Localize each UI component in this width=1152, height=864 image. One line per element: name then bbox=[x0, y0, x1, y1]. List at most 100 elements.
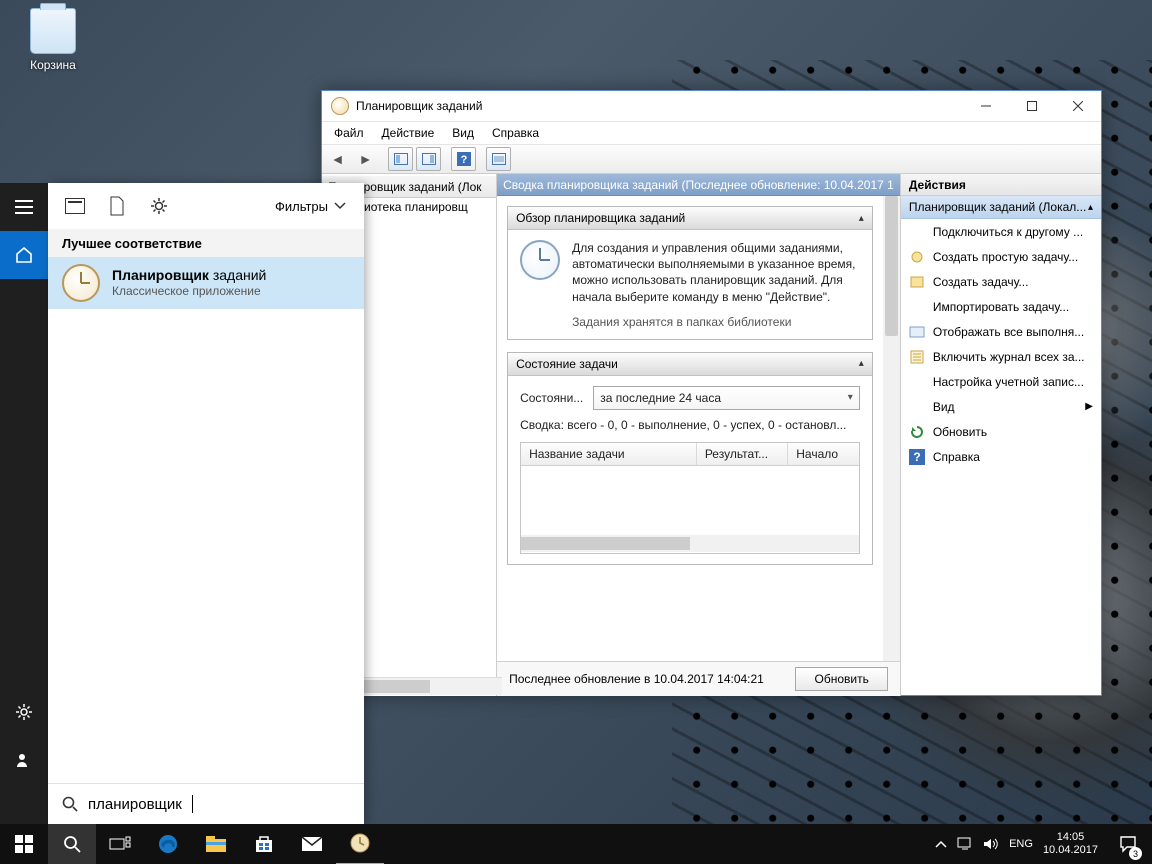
menu-help[interactable]: Справка bbox=[486, 124, 545, 142]
desktop: Корзина Планировщик заданий Файл Действи… bbox=[0, 0, 1152, 864]
status-label: Состояни... bbox=[520, 391, 583, 405]
taskbar: ENG 14:0510.04.2017 3 bbox=[0, 824, 1152, 864]
tray-clock[interactable]: 14:0510.04.2017 bbox=[1043, 831, 1098, 856]
properties-button[interactable] bbox=[486, 147, 511, 171]
taskbar-mail[interactable] bbox=[288, 824, 336, 864]
back-button[interactable]: ◄ bbox=[325, 147, 350, 171]
action-connect[interactable]: Подключиться к другому ... bbox=[901, 219, 1101, 244]
result-title: Планировщик заданий bbox=[112, 267, 266, 285]
action-help[interactable]: ? Справка bbox=[901, 444, 1101, 469]
view-icon bbox=[909, 399, 925, 415]
status-select[interactable]: за последние 24 часа▾ bbox=[593, 386, 860, 410]
chevron-down-icon bbox=[334, 202, 346, 210]
filters-button[interactable]: Фильтры bbox=[275, 199, 354, 214]
action-show-running[interactable]: Отображать все выполня... bbox=[901, 319, 1101, 344]
center-pane: Сводка планировщика заданий (Последнее о… bbox=[497, 174, 900, 696]
tray-volume-icon[interactable] bbox=[983, 837, 999, 851]
help-button[interactable]: ? bbox=[451, 147, 476, 171]
overview-text2: Задания хранятся в папках библиотеки bbox=[572, 315, 860, 329]
scheduler-icon bbox=[62, 264, 100, 302]
taskbar-scheduler[interactable] bbox=[336, 823, 384, 864]
start-button[interactable] bbox=[0, 824, 48, 864]
search-result[interactable]: Планировщик заданий Классическое приложе… bbox=[48, 257, 364, 309]
toolbar: ◄ ► ? bbox=[322, 144, 1101, 174]
titlebar[interactable]: Планировщик заданий bbox=[322, 91, 1101, 122]
actions-pane: Действия Планировщик заданий (Локал...▴ … bbox=[900, 174, 1101, 696]
task-scheduler-window: Планировщик заданий Файл Действие Вид Сп… bbox=[321, 90, 1102, 696]
vscrollbar[interactable] bbox=[883, 196, 900, 661]
action-import[interactable]: Импортировать задачу... bbox=[901, 294, 1101, 319]
refresh-button[interactable]: Обновить bbox=[795, 667, 887, 691]
rail-settings[interactable] bbox=[0, 688, 48, 736]
center-footer: Последнее обновление в 10.04.2017 14:04:… bbox=[497, 661, 900, 696]
menu-file[interactable]: Файл bbox=[328, 124, 370, 142]
result-subtitle: Классическое приложение bbox=[112, 284, 266, 299]
search-icon bbox=[62, 796, 78, 812]
status-summary: Сводка: всего - 0, 0 - выполнение, 0 - у… bbox=[520, 418, 860, 432]
menubar: Файл Действие Вид Справка bbox=[322, 122, 1101, 144]
overview-text: Для создания и управления общими задания… bbox=[572, 240, 860, 305]
taskbar-store[interactable] bbox=[240, 824, 288, 864]
account-icon bbox=[909, 374, 925, 390]
tray-language[interactable]: ENG bbox=[1009, 838, 1033, 850]
task-table: Название задачи Результат... Начало bbox=[520, 442, 860, 554]
task-icon bbox=[909, 274, 925, 290]
menu-view[interactable]: Вид bbox=[446, 124, 480, 142]
start-rail bbox=[0, 183, 48, 824]
action-account-config[interactable]: Настройка учетной запис... bbox=[901, 369, 1101, 394]
footer-label: Последнее обновление в 10.04.2017 14:04:… bbox=[509, 672, 785, 686]
action-create-task[interactable]: Создать задачу... bbox=[901, 269, 1101, 294]
tray-chevron-up-icon[interactable] bbox=[935, 840, 947, 848]
rail-menu[interactable] bbox=[0, 183, 48, 231]
clock-icon bbox=[520, 240, 560, 280]
start-search-panel: Фильтры Лучшее соответствие Планировщик … bbox=[48, 183, 364, 824]
status-header[interactable]: Состояние задачи▴ bbox=[508, 353, 872, 376]
col-start[interactable]: Начало bbox=[788, 443, 859, 465]
taskbar-edge[interactable] bbox=[144, 824, 192, 864]
minimize-button[interactable] bbox=[963, 91, 1009, 121]
rail-user[interactable] bbox=[0, 736, 48, 784]
connect-icon bbox=[909, 224, 925, 240]
best-match-header: Лучшее соответствие bbox=[48, 229, 364, 257]
notification-badge: 3 bbox=[1129, 847, 1142, 860]
task-view[interactable] bbox=[96, 824, 144, 864]
forward-button[interactable]: ► bbox=[353, 147, 378, 171]
overview-group: Обзор планировщика заданий▴ Для создания… bbox=[507, 206, 873, 340]
recycle-bin-icon bbox=[30, 8, 76, 54]
col-result[interactable]: Результат... bbox=[697, 443, 788, 465]
system-tray: ENG 14:0510.04.2017 3 bbox=[935, 824, 1152, 864]
refresh-icon bbox=[909, 424, 925, 440]
action-refresh[interactable]: Обновить bbox=[901, 419, 1101, 444]
apps-tab-icon[interactable] bbox=[58, 189, 92, 223]
overview-header[interactable]: Обзор планировщика заданий▴ bbox=[508, 207, 872, 230]
close-button[interactable] bbox=[1055, 91, 1101, 121]
svg-text:?: ? bbox=[913, 450, 920, 464]
running-icon bbox=[909, 324, 925, 340]
col-name[interactable]: Название задачи bbox=[521, 443, 697, 465]
action-view[interactable]: Вид ▶ bbox=[901, 394, 1101, 419]
actions-header: Действия bbox=[901, 174, 1101, 196]
menu-action[interactable]: Действие bbox=[376, 124, 441, 142]
history-icon bbox=[909, 349, 925, 365]
settings-tab-icon[interactable] bbox=[142, 189, 176, 223]
app-icon bbox=[331, 97, 349, 115]
search-input[interactable]: планировщик bbox=[48, 783, 364, 824]
center-header: Сводка планировщика заданий (Последнее о… bbox=[497, 174, 900, 196]
search-query: планировщик bbox=[88, 796, 182, 813]
actions-context[interactable]: Планировщик заданий (Локал...▴ bbox=[901, 196, 1101, 219]
rail-home[interactable] bbox=[0, 231, 48, 279]
recycle-bin-label: Корзина bbox=[18, 58, 88, 72]
table-hscrollbar[interactable] bbox=[521, 535, 859, 552]
maximize-button[interactable] bbox=[1009, 91, 1055, 121]
taskbar-search[interactable] bbox=[48, 824, 96, 864]
status-group: Состояние задачи▴ Состояни... за последн… bbox=[507, 352, 873, 565]
tray-network-icon[interactable] bbox=[957, 837, 973, 851]
action-center[interactable]: 3 bbox=[1108, 824, 1148, 864]
recycle-bin[interactable]: Корзина bbox=[18, 8, 88, 72]
show-hide-tree-button[interactable] bbox=[388, 147, 413, 171]
show-hide-action-button[interactable] bbox=[416, 147, 441, 171]
action-create-basic[interactable]: Создать простую задачу... bbox=[901, 244, 1101, 269]
documents-tab-icon[interactable] bbox=[100, 189, 134, 223]
taskbar-explorer[interactable] bbox=[192, 824, 240, 864]
action-enable-history[interactable]: Включить журнал всех за... bbox=[901, 344, 1101, 369]
